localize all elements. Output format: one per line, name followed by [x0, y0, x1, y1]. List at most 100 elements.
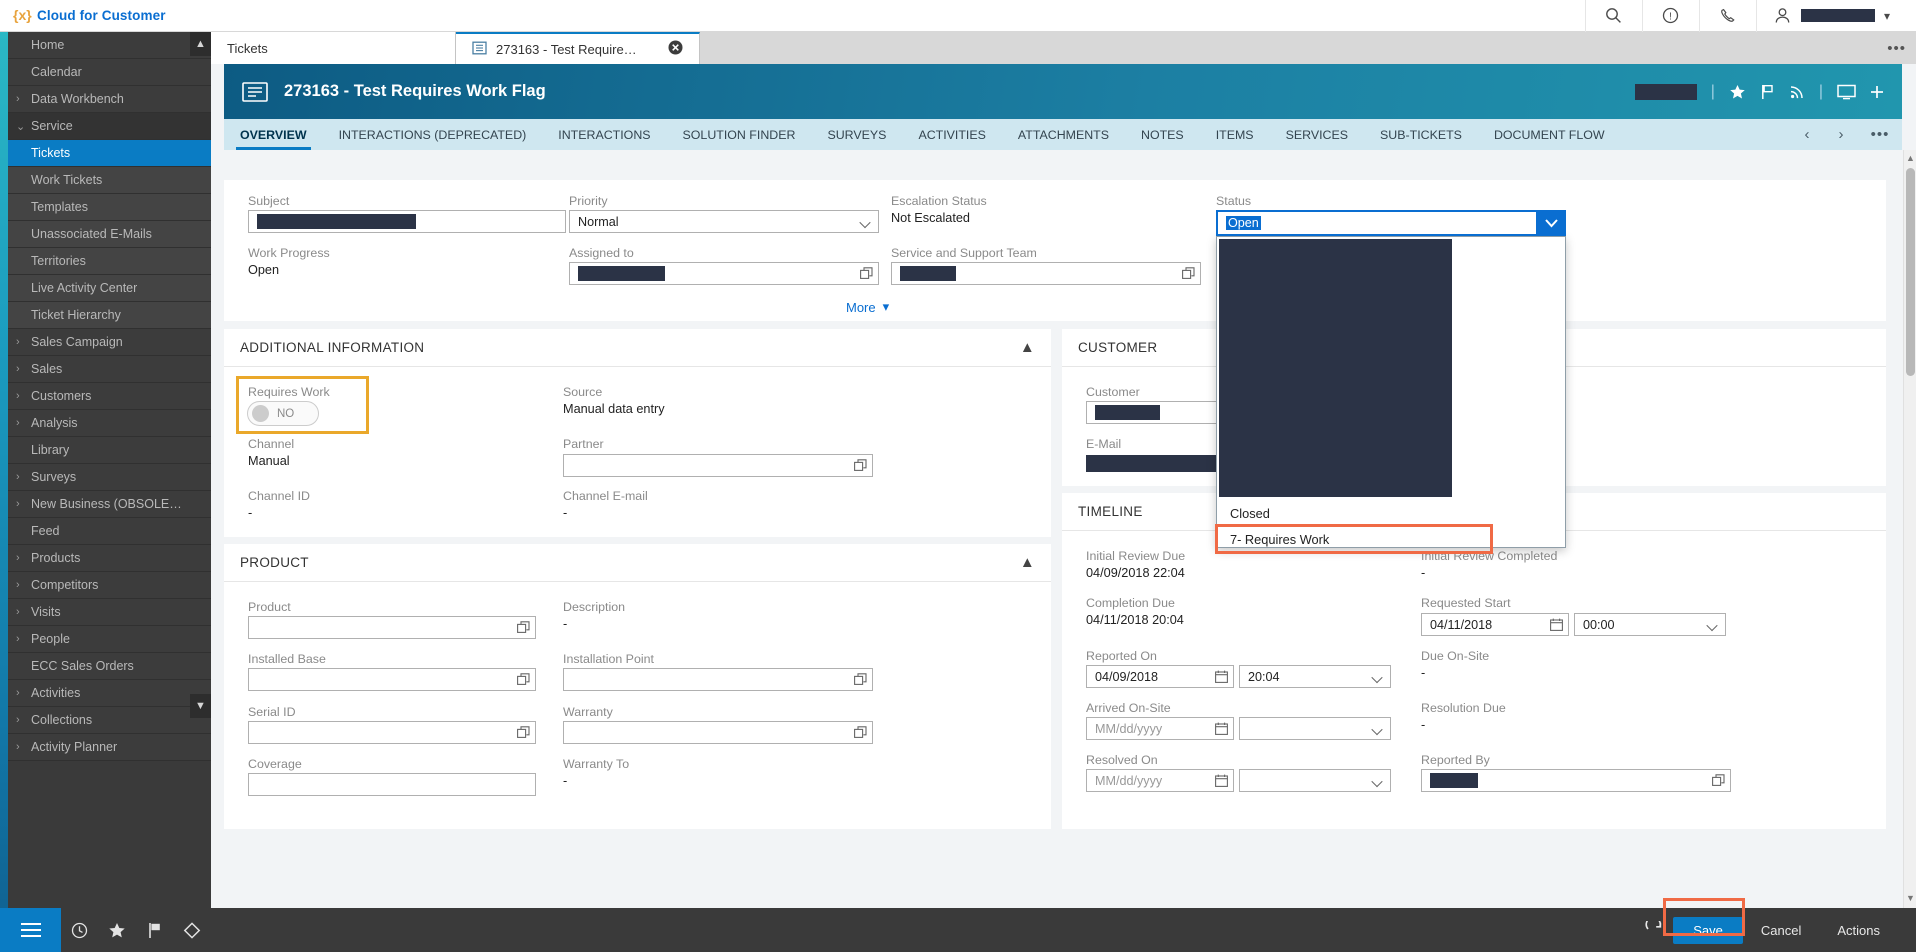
flag-icon[interactable] — [1760, 84, 1775, 100]
sidebar-item-live-activity-center[interactable]: ›Live Activity Center — [0, 275, 211, 302]
sidebar-item-activities[interactable]: › Activities — [0, 680, 211, 707]
value-help-icon[interactable] — [517, 673, 530, 689]
status-select[interactable]: Open — [1216, 210, 1566, 236]
sidebar-item-sales[interactable]: › Sales — [0, 356, 211, 383]
content-scrollbar-thumb[interactable] — [1906, 168, 1915, 376]
scroll-up-arrow[interactable]: ▲ — [1906, 153, 1915, 165]
priority-select[interactable]: Normal — [569, 210, 879, 233]
value-help-icon[interactable] — [854, 726, 867, 742]
arrived-on-site-date-input[interactable]: MM/dd/yyyy — [1086, 717, 1234, 740]
sidebar-item-activity-planner[interactable]: › Activity Planner — [0, 734, 211, 761]
support-team-input[interactable] — [891, 262, 1201, 285]
sidebar-item-customers[interactable]: › Customers — [0, 383, 211, 410]
sidebar-item-new-business-obsole[interactable]: › New Business (OBSOLE… — [0, 491, 211, 518]
cancel-button[interactable]: Cancel — [1743, 908, 1819, 952]
sidebar-scroll-up-button[interactable]: ▲ — [190, 32, 211, 56]
sidebar-item-collections[interactable]: › Collections — [0, 707, 211, 734]
sidebar-item-visits[interactable]: › Visits — [0, 599, 211, 626]
close-icon[interactable] — [668, 40, 683, 58]
sidebar-item-people[interactable]: › People — [0, 626, 211, 653]
calendar-icon[interactable] — [1215, 774, 1228, 790]
reported-by-input[interactable] — [1421, 769, 1731, 792]
sidebar-item-work-tickets[interactable]: ›Work Tickets — [0, 167, 211, 194]
sidebar-item-data-workbench[interactable]: › Data Workbench — [0, 86, 211, 113]
sidebar-item-feed[interactable]: ›Feed — [0, 518, 211, 545]
sidebar-item-ticket-hierarchy[interactable]: ›Ticket Hierarchy — [0, 302, 211, 329]
sidebar-item-analysis[interactable]: › Analysis — [0, 410, 211, 437]
tab-notes[interactable]: NOTES — [1125, 119, 1200, 150]
help-icon[interactable]: ! — [1641, 0, 1699, 32]
recent-icon[interactable] — [61, 908, 98, 952]
value-help-icon[interactable] — [854, 673, 867, 689]
arrived-on-site-time-select[interactable] — [1239, 717, 1391, 740]
tab-document-flow[interactable]: DOCUMENT FLOW — [1478, 119, 1610, 150]
assigned-to-input[interactable] — [569, 262, 879, 285]
sidebar-item-products[interactable]: › Products — [0, 545, 211, 572]
tab-surveys[interactable]: SURVEYS — [811, 119, 902, 150]
subject-input[interactable] — [248, 210, 566, 233]
tab-services[interactable]: SERVICES — [1270, 119, 1364, 150]
sidebar-item-ecc-sales-orders[interactable]: ›ECC Sales Orders — [0, 653, 211, 680]
value-help-icon[interactable] — [1182, 267, 1195, 283]
tabs-prev-button[interactable]: ‹ — [1790, 126, 1824, 143]
favorites-icon[interactable] — [99, 908, 136, 952]
menu-icon[interactable] — [0, 908, 62, 952]
more-fields-button[interactable]: More ▾ — [846, 299, 889, 315]
screen-icon[interactable] — [1837, 84, 1856, 100]
tabs-next-button[interactable]: › — [1824, 126, 1858, 143]
tab-sub-tickets[interactable]: SUB-TICKETS — [1364, 119, 1478, 150]
sidebar-item-service[interactable]: ⌄ Service — [0, 113, 211, 140]
tab-attachments[interactable]: ATTACHMENTS — [1002, 119, 1125, 150]
sidebar-item-calendar[interactable]: ›Calendar — [0, 59, 211, 86]
add-icon[interactable] — [1870, 85, 1884, 99]
tab-solution-finder[interactable]: SOLUTION FINDER — [667, 119, 812, 150]
reported-on-date-input[interactable]: 04/09/2018 — [1086, 665, 1234, 688]
resolved-on-date-input[interactable]: MM/dd/yyyy — [1086, 769, 1234, 792]
tab-interactions-deprecated[interactable]: INTERACTIONS (DEPRECATED) — [323, 119, 543, 150]
installed-base-input[interactable] — [248, 668, 536, 691]
tab-items[interactable]: ITEMS — [1200, 119, 1270, 150]
sidebar-item-competitors[interactable]: › Competitors — [0, 572, 211, 599]
requested-start-date-input[interactable]: 04/11/2018 — [1421, 613, 1569, 636]
partner-input[interactable] — [563, 454, 873, 477]
sidebar-item-templates[interactable]: ›Templates — [0, 194, 211, 221]
value-help-icon[interactable] — [860, 267, 873, 283]
status-select-arrow-button[interactable] — [1536, 210, 1566, 236]
tag-icon[interactable] — [174, 908, 211, 952]
calendar-icon[interactable] — [1215, 722, 1228, 738]
scroll-down-arrow[interactable]: ▼ — [1906, 893, 1915, 905]
value-help-icon[interactable] — [1712, 774, 1725, 790]
sidebar-scroll-down-button[interactable]: ▼ — [190, 694, 211, 718]
status-dropdown-list[interactable]: Closed 7- Requires Work — [1215, 236, 1567, 554]
actions-button[interactable]: Actions — [1819, 908, 1898, 952]
sidebar-item-sales-campaign[interactable]: › Sales Campaign — [0, 329, 211, 356]
chevron-up-icon[interactable]: ▲ — [1020, 339, 1035, 356]
sidebar-item-unassociated-e-mails[interactable]: ›Unassociated E-Mails — [0, 221, 211, 248]
flag-icon[interactable] — [136, 908, 173, 952]
chevron-up-icon[interactable]: ▲ — [1020, 554, 1035, 571]
product-input[interactable] — [248, 616, 536, 639]
tabs-more-button[interactable]: ••• — [1858, 126, 1902, 143]
user-menu[interactable]: ▾ — [1755, 0, 1916, 32]
calendar-icon[interactable] — [1215, 670, 1228, 686]
content-scrollbar[interactable]: ▲ ▼ — [1903, 150, 1916, 908]
tab-interactions[interactable]: INTERACTIONS — [542, 119, 666, 150]
value-help-icon[interactable] — [854, 459, 867, 475]
window-tab-ticket-detail[interactable]: 273163 - Test Require… — [456, 32, 700, 64]
sidebar-item-home[interactable]: ›Home — [0, 32, 211, 59]
status-option-closed[interactable]: Closed — [1217, 500, 1567, 526]
tab-overview[interactable]: OVERVIEW — [224, 119, 323, 150]
value-help-icon[interactable] — [517, 726, 530, 742]
serial-id-input[interactable] — [248, 721, 536, 744]
app-logo[interactable]: {x} Cloud for Customer — [13, 7, 166, 24]
reported-on-time-select[interactable]: 20:04 — [1239, 665, 1391, 688]
installation-point-input[interactable] — [563, 668, 873, 691]
sidebar-item-surveys[interactable]: › Surveys — [0, 464, 211, 491]
phone-icon[interactable] — [1698, 0, 1756, 32]
coverage-input[interactable] — [248, 773, 536, 796]
sidebar-item-territories[interactable]: ›Territories — [0, 248, 211, 275]
search-icon[interactable] — [1584, 0, 1642, 32]
resolved-on-time-select[interactable] — [1239, 769, 1391, 792]
rss-icon[interactable] — [1789, 84, 1805, 100]
window-tab-tickets[interactable]: Tickets — [211, 32, 456, 64]
